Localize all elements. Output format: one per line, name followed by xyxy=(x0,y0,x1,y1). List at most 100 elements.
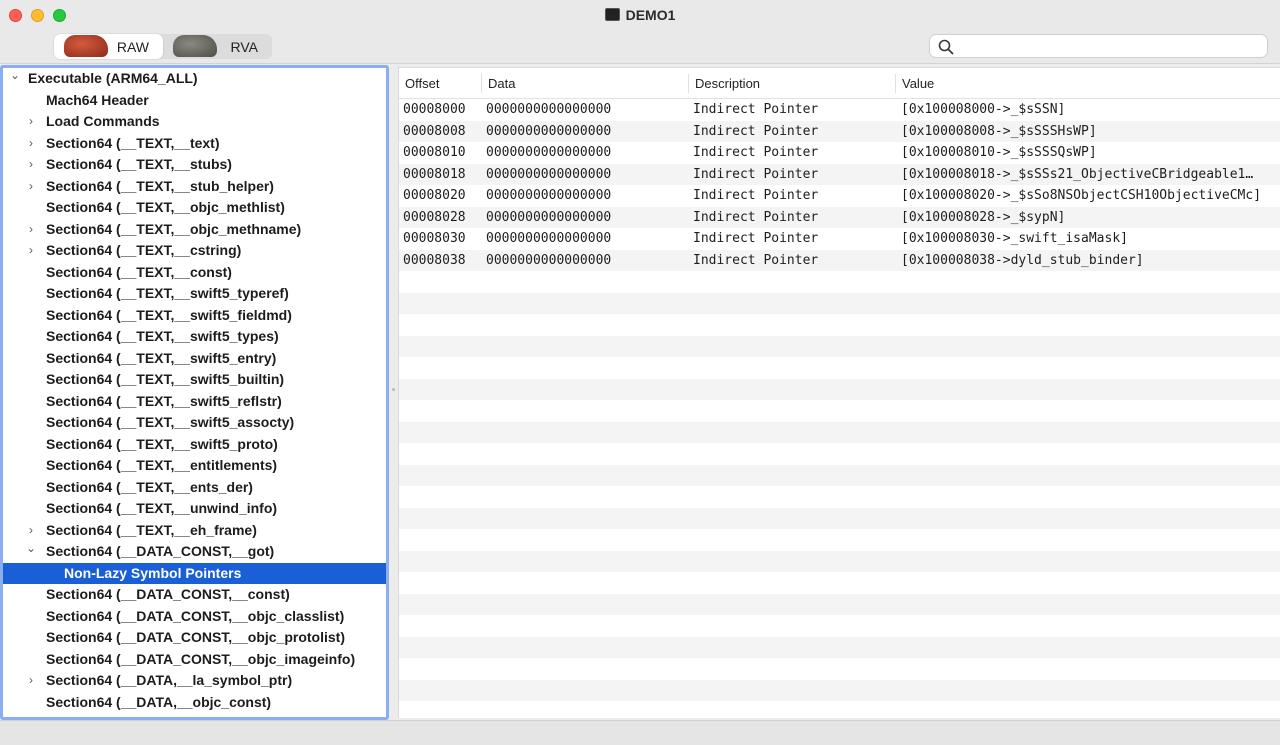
window-title: DEMO1 xyxy=(0,7,1280,23)
table-row[interactable]: 00008020 0000000000000000 Indirect Pointer… xyxy=(399,185,1280,207)
outline-item-label: Section64 (__TEXT,__entitlements) xyxy=(46,457,278,473)
outline-item[interactable]: › Section64 (__DATA,__la_symbol_ptr) xyxy=(3,670,386,692)
table-row[interactable]: 00008038 0000000000000000 Indirect Pointer… xyxy=(399,249,1280,271)
chevron-right-icon[interactable]: › xyxy=(24,240,38,262)
outline-item[interactable]: Section64 (__DATA_CONST,__const) xyxy=(3,584,386,606)
table-row xyxy=(399,529,1280,551)
outline-item-label: Section64 (__TEXT,__swift5_entry) xyxy=(46,349,277,366)
cell-value: [0x100008038->dyld_stub_binder] xyxy=(901,252,1144,268)
table-row[interactable]: 00008028 0000000000000000 Indirect Pointer… xyxy=(399,206,1280,228)
outline-item[interactable]: Section64 (__TEXT,__entitlements) xyxy=(3,455,386,477)
outline-item[interactable]: Section64 (__DATA,__objc_const) xyxy=(3,692,386,714)
outline-item[interactable]: Section64 (__TEXT,__swift5_proto) xyxy=(3,434,386,456)
search-field[interactable] xyxy=(929,34,1268,58)
column-header-description[interactable]: Description xyxy=(689,68,760,99)
outline-item[interactable]: Section64 (__TEXT,__swift5_assocty) xyxy=(3,412,386,434)
column-header-offset[interactable]: Offset xyxy=(399,68,439,99)
outline-item[interactable]: Section64 (__TEXT,__swift5_entry) xyxy=(3,348,386,370)
chevron-right-icon[interactable]: › xyxy=(24,154,38,176)
outline-item-label: Section64 (__DATA_CONST,__objc_classlist… xyxy=(46,607,345,624)
outline-item[interactable]: Section64 (__TEXT,__swift5_fieldmd) xyxy=(3,305,386,327)
cell-description: Indirect Pointer xyxy=(693,102,819,117)
outline-item[interactable]: › Load Commands xyxy=(3,111,386,133)
chevron-right-icon[interactable]: › xyxy=(24,520,38,542)
cell-value: [0x100008018->_$sSSs21_ObjectiveCBridgea… xyxy=(901,166,1254,182)
table-row[interactable]: 00008000 0000000000000000 Indirect Pointer… xyxy=(399,99,1280,121)
outline-item-label: Section64 (__DATA,__objc_const) xyxy=(46,693,272,710)
table-row[interactable]: 00008008 0000000000000000 Indirect Pointer… xyxy=(399,120,1280,142)
window-title-text: DEMO1 xyxy=(625,7,676,23)
outline-item[interactable]: › Section64 (__TEXT,__stubs) xyxy=(3,154,386,176)
table-row xyxy=(399,421,1280,443)
chevron-down-icon[interactable]: ⌄ xyxy=(24,541,38,555)
column-header-data[interactable]: Data xyxy=(482,68,515,99)
outline-item[interactable]: › Section64 (__TEXT,__stub_helper) xyxy=(3,176,386,198)
chevron-right-icon[interactable]: › xyxy=(24,670,38,692)
cell-data: 0000000000000000 xyxy=(486,102,612,117)
outline-item[interactable]: Non-Lazy Symbol Pointers xyxy=(3,562,386,584)
outline-item[interactable]: Section64 (__TEXT,__unwind_info) xyxy=(3,498,386,520)
outline-item[interactable]: Section64 (__TEXT,__swift5_typeref) xyxy=(3,283,386,305)
outline-item[interactable]: Section64 (__DATA_CONST,__objc_imageinfo… xyxy=(3,649,386,671)
outline-item[interactable]: Section64 (__TEXT,__swift5_reflstr) xyxy=(3,391,386,413)
outline-item-label: Section64 (__DATA,__la_symbol_ptr) xyxy=(46,672,293,688)
outline-item-label: Section64 (__DATA_CONST,__objc_protolist… xyxy=(46,629,345,645)
outline-item-label: Section64 (__TEXT,__swift5_typeref) xyxy=(46,285,289,301)
table-body: 00008000 0000000000000000 Indirect Pointer… xyxy=(399,99,1280,701)
table-row xyxy=(399,658,1280,680)
search-input[interactable] xyxy=(960,37,1260,55)
cell-description: Indirect Pointer xyxy=(693,188,819,203)
table-row xyxy=(399,292,1280,314)
outline-item-label: Section64 (__TEXT,__swift5_builtin) xyxy=(46,371,285,387)
column-header-value[interactable]: Value xyxy=(896,68,934,99)
outline-item[interactable]: › Section64 (__TEXT,__objc_methname) xyxy=(3,219,386,241)
outline-item[interactable]: › Section64 (__TEXT,__text) xyxy=(3,133,386,155)
title-bar: DEMO1 RAW RVA xyxy=(0,0,1280,64)
chevron-down-icon[interactable]: ⌄ xyxy=(8,68,22,82)
outline-item-label: Section64 (__TEXT,__swift5_fieldmd) xyxy=(46,306,292,323)
outline-item-label: Section64 (__TEXT,__swift5_assocty) xyxy=(46,414,295,430)
outline-item[interactable]: ⌄ Executable (ARM64_ALL) xyxy=(3,68,386,90)
detail-table[interactable]: Offset Data Description Value 00008000 00… xyxy=(398,67,1280,718)
chevron-right-icon[interactable]: › xyxy=(24,111,38,133)
chevron-right-icon[interactable]: › xyxy=(24,176,38,198)
outline-item-label: Section64 (__DATA_CONST,__const) xyxy=(46,586,290,602)
cell-value: [0x100008010->_$sSSSQsWP] xyxy=(901,145,1097,160)
chevron-right-icon[interactable]: › xyxy=(24,133,38,155)
table-row xyxy=(399,679,1280,701)
table-row xyxy=(399,636,1280,658)
outline-item[interactable]: › Section64 (__TEXT,__cstring) xyxy=(3,240,386,262)
outline-view[interactable]: ⌄ Executable (ARM64_ALL) Mach64 Header › Loa… xyxy=(0,65,389,720)
split-view-divider[interactable] xyxy=(389,65,398,718)
outline-item[interactable]: Section64 (__TEXT,__const) xyxy=(3,262,386,284)
outline-item-label: Executable (ARM64_ALL) xyxy=(28,70,198,86)
table-row[interactable]: 00008018 0000000000000000 Indirect Pointer… xyxy=(399,163,1280,185)
outline-item[interactable]: Section64 (__TEXT,__swift5_types) xyxy=(3,326,386,348)
outline-item[interactable]: Section64 (__DATA_CONST,__objc_classlist… xyxy=(3,606,386,628)
outline-item-label: Section64 (__TEXT,__swift5_reflstr) xyxy=(46,392,282,409)
outline-item[interactable]: Section64 (__DATA_CONST,__objc_protolist… xyxy=(3,627,386,649)
raw-mode-button[interactable]: RAW xyxy=(54,34,163,59)
outline-item[interactable]: Section64 (__TEXT,__swift5_builtin) xyxy=(3,369,386,391)
outline-item[interactable]: › Section64 (__TEXT,__eh_frame) xyxy=(3,520,386,542)
outline-item[interactable]: Mach64 Header xyxy=(3,90,386,112)
table-row xyxy=(399,357,1280,379)
cell-value: [0x100008020->_$sSo8NSObjectCSH10Objecti… xyxy=(901,188,1262,203)
rva-mode-button[interactable]: RVA xyxy=(163,34,272,59)
raw-mode-label: RAW xyxy=(116,38,149,55)
table-header: Offset Data Description Value xyxy=(399,68,1280,99)
outline-item[interactable]: Section64 (__TEXT,__ents_der) xyxy=(3,477,386,499)
cell-description: Indirect Pointer xyxy=(693,123,819,139)
divider-handle xyxy=(392,388,395,391)
outline-item-label: Section64 (__TEXT,__swift5_proto) xyxy=(46,435,278,452)
chevron-right-icon[interactable]: › xyxy=(24,219,38,241)
outline-item[interactable]: ⌄ Section64 (__DATA_CONST,__got) xyxy=(3,541,386,563)
table-row[interactable]: 00008030 0000000000000000 Indirect Pointer… xyxy=(399,228,1280,250)
cell-data: 0000000000000000 xyxy=(486,252,612,268)
outline-item-label: Section64 (__TEXT,__stubs) xyxy=(46,156,232,172)
cell-data: 0000000000000000 xyxy=(486,166,612,182)
outline-item-label: Section64 (__TEXT,__text) xyxy=(46,134,220,151)
table-row[interactable]: 00008010 0000000000000000 Indirect Pointer… xyxy=(399,142,1280,164)
outline-item[interactable]: Section64 (__TEXT,__objc_methlist) xyxy=(3,197,386,219)
outline-item-label: Section64 (__DATA_CONST,__objc_imageinfo… xyxy=(46,650,356,667)
